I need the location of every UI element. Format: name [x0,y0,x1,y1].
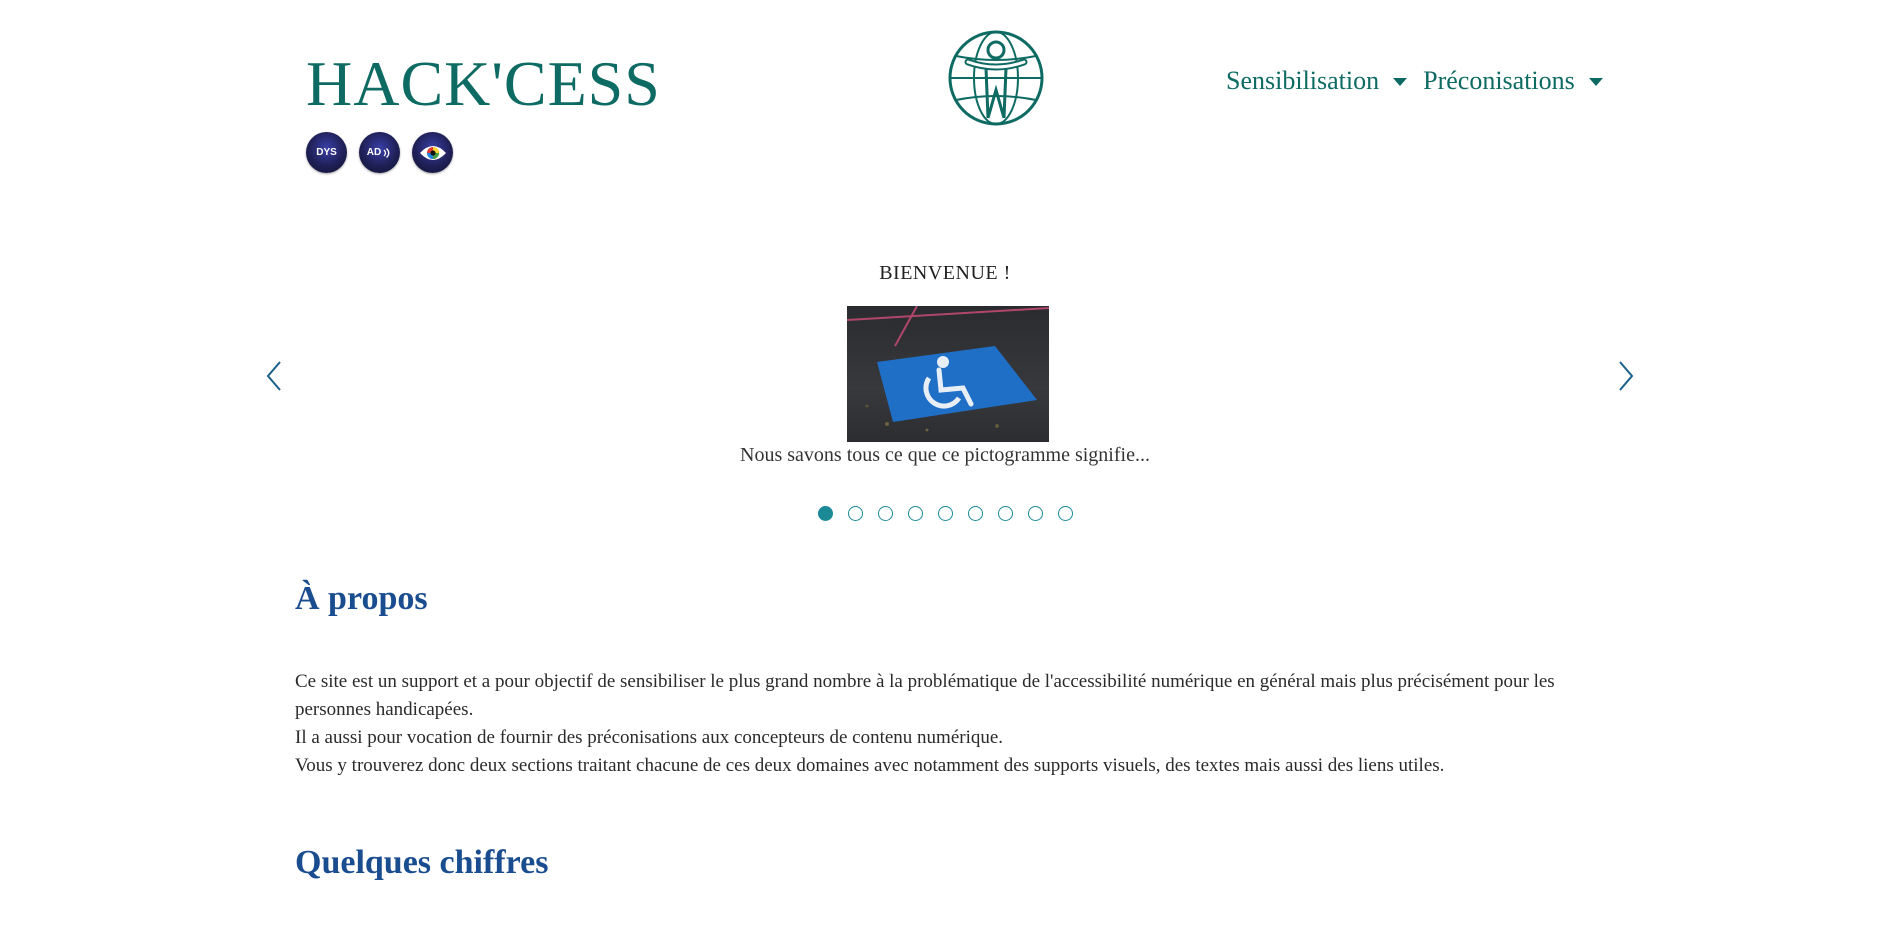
slide-image [847,306,1049,442]
dys-button[interactable]: DYS [306,132,347,173]
carousel-dot-6[interactable] [967,506,983,521]
site-title[interactable]: HACK'CESS [306,44,661,124]
nav-sensibilisation-dropdown[interactable]: Sensibilisation [1226,66,1408,96]
slide-title: BIENVENUE ! [879,262,1011,284]
previous-slide-arrow-icon[interactable] [262,356,288,396]
caret-down-icon [1393,78,1408,86]
carousel-dot-7[interactable] [997,506,1013,521]
wheelchair-parking-icon [847,306,1049,432]
eye-icon [419,145,446,160]
slide-caption: Nous savons tous ce que ce pictogramme s… [740,444,1150,466]
caret-down-icon [1588,78,1603,86]
audio-description-icon: AD [367,147,392,159]
about-line-2: Il a aussi pour vocation de fournir des … [295,727,1004,748]
nav-preconisations-dropdown[interactable]: Préconisations [1423,66,1603,96]
carousel-dot-8[interactable] [1027,506,1043,521]
about-text: Ce site est un support et a pour objecti… [295,668,1585,780]
carousel-indicators [250,506,1640,521]
carousel-dot-1[interactable] [817,506,833,521]
carousel-dot-5[interactable] [937,506,953,521]
about-line-3: Vous y trouverez donc deux sections trai… [295,755,1445,776]
about-heading: À propos [295,580,428,617]
welcome-carousel: BIENVENUE ! Nous savons tous ce que ce p… [250,252,1640,542]
audio-description-button[interactable]: AD [359,132,400,173]
carousel-dot-2[interactable] [847,506,863,521]
about-line-1: Ce site est un support et a pour objecti… [295,671,1555,720]
figures-heading: Quelques chiffres [295,844,549,881]
color-contrast-button[interactable] [412,132,453,173]
page: HACK'CESS DYS AD Sensibilisation Préconi… [0,0,1888,932]
nav-preconisations-label: Préconisations [1423,66,1575,95]
next-slide-arrow-icon[interactable] [1612,356,1638,396]
main-nav: Sensibilisation Préconisations [1226,66,1603,96]
carousel-dot-3[interactable] [877,506,893,521]
accessibility-tools: DYS AD [306,132,453,173]
carousel-dot-9[interactable] [1057,506,1073,521]
nav-sensibilisation-label: Sensibilisation [1226,66,1380,95]
carousel-dot-4[interactable] [907,506,923,521]
accessibility-globe-icon[interactable] [946,28,1046,128]
dys-icon: DYS [316,147,337,158]
